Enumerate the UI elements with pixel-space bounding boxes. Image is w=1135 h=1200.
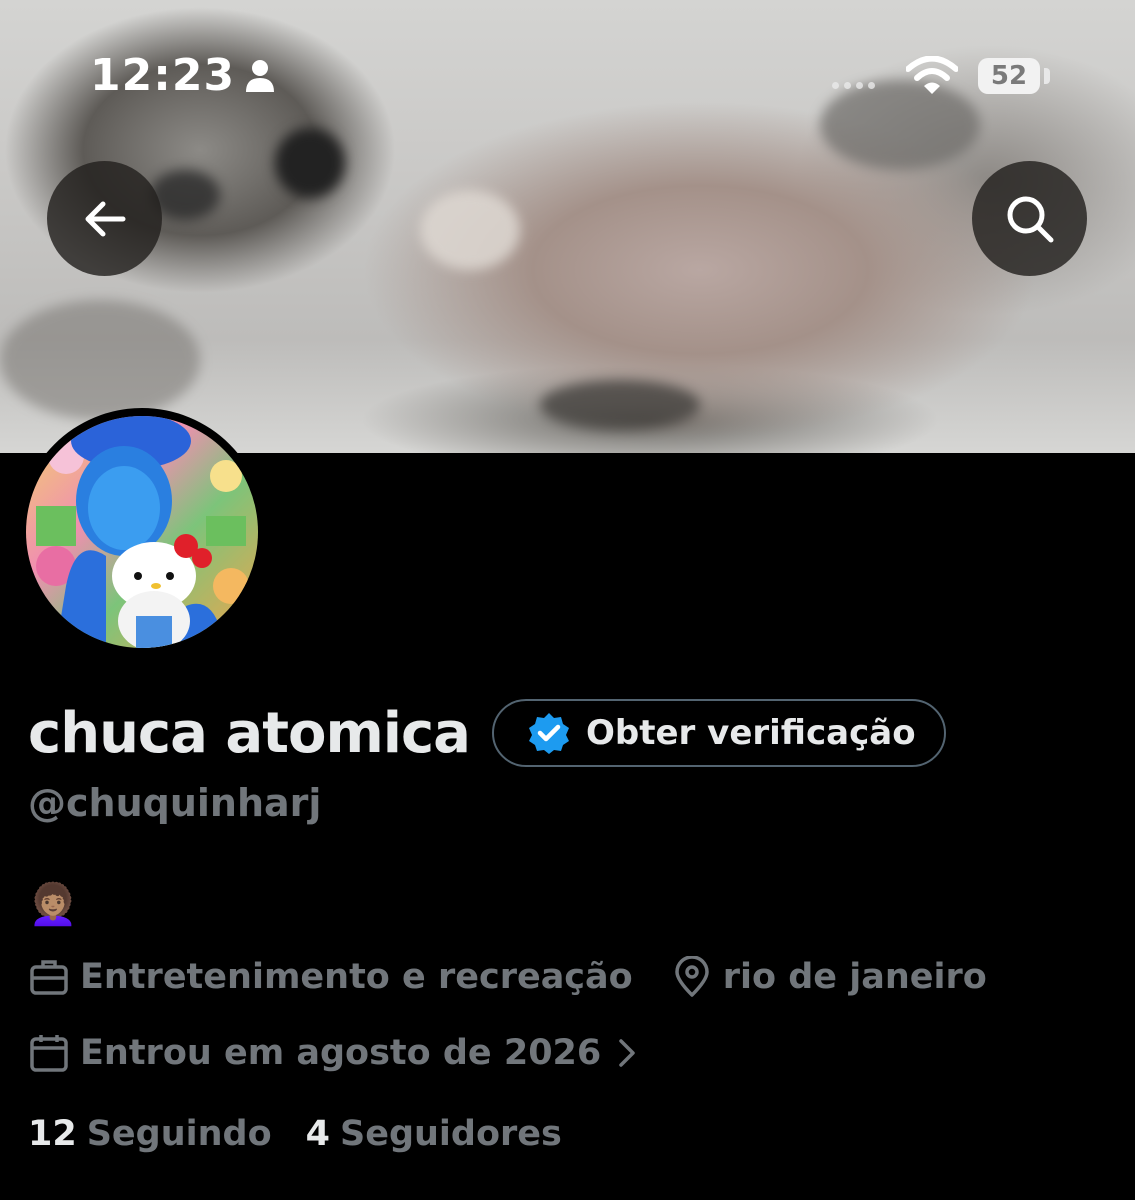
get-verification-label: Obter verificação [586, 713, 916, 753]
battery-tip [1044, 68, 1050, 84]
search-icon [1007, 196, 1053, 242]
following-label[interactable]: Seguindo [87, 1114, 272, 1154]
signal-dots-icon [832, 74, 880, 93]
status-time: 12:23 [90, 50, 236, 101]
joined-date: Entrou em agosto de 2026 [80, 1033, 602, 1073]
following-count[interactable]: 12 [28, 1114, 77, 1154]
get-verification-button[interactable]: Obter verificação [492, 699, 946, 767]
battery-icon: 52 [978, 58, 1040, 94]
wifi-icon [906, 56, 958, 94]
user-handle: @chuquinharj [28, 781, 322, 825]
arrow-left-icon [85, 201, 125, 236]
chevron-right-icon [619, 1039, 636, 1067]
followers-label[interactable]: Seguidores [340, 1114, 562, 1154]
profile-location: rio de janeiro [722, 957, 987, 997]
briefcase-icon [30, 960, 68, 995]
banner-shape [0, 300, 200, 420]
banner-shape [275, 128, 345, 198]
avatar[interactable] [18, 408, 266, 656]
back-button[interactable] [47, 161, 162, 276]
avatar-image [26, 416, 258, 648]
banner-shape [420, 190, 520, 270]
joined-row[interactable]: Entrou em agosto de 2026 [28, 1032, 641, 1074]
display-name: chuca atomica [28, 701, 471, 766]
banner-shape [540, 380, 700, 430]
verified-badge-icon [529, 713, 569, 754]
search-button[interactable] [972, 161, 1087, 276]
person-icon [246, 60, 274, 92]
follow-stats: 12 Seguindo 4 Seguidores [28, 1114, 596, 1154]
bio-text: 👩🏽‍🦱 [28, 882, 78, 928]
calendar-icon [30, 1035, 68, 1072]
profile-category: Entretenimento e recreação [80, 957, 633, 997]
location-pin-icon [674, 956, 709, 997]
followers-count[interactable]: 4 [306, 1114, 330, 1154]
profile-meta-row: Entretenimento e recreação rio de janeir… [28, 956, 987, 998]
